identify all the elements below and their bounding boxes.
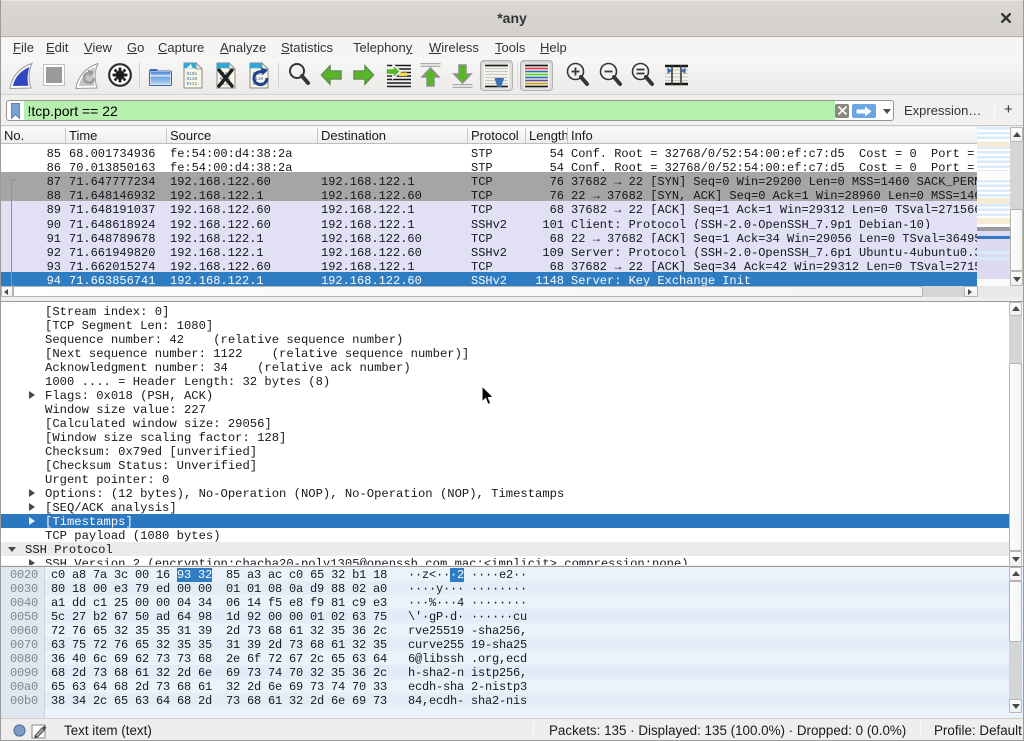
svg-text:0111: 0111 bbox=[187, 82, 198, 87]
